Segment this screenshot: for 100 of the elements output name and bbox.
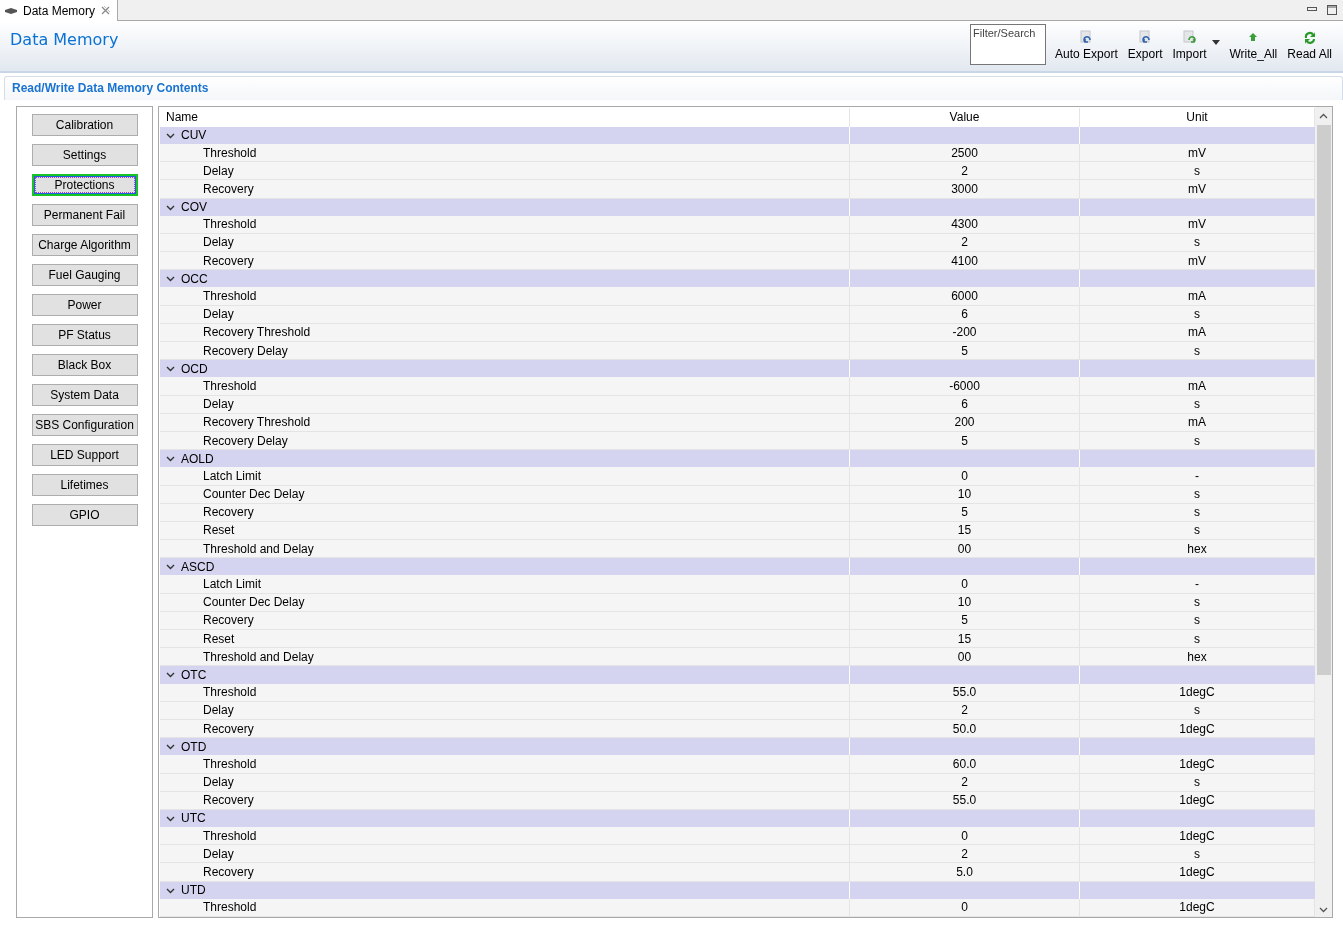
unit-text: s [1194, 595, 1200, 610]
toolbar-button[interactable]: Read All [1282, 24, 1337, 61]
value-text[interactable]: 6 [961, 307, 968, 322]
value-text[interactable]: 15 [957, 631, 972, 646]
value-text[interactable]: 3000 [951, 181, 978, 196]
group-name[interactable]: UTD [181, 883, 206, 898]
chevron-down-icon[interactable] [166, 364, 175, 374]
value-text[interactable]: 50.0 [952, 721, 977, 736]
scroll-down-icon[interactable] [1319, 907, 1328, 913]
parameter-name: Threshold [203, 217, 257, 232]
value-text[interactable]: 2 [961, 235, 968, 250]
value-text[interactable]: 200 [954, 415, 975, 430]
toolbar-button[interactable]: Export [1122, 24, 1168, 61]
group-name[interactable]: COV [181, 200, 207, 215]
value-text[interactable]: 0 [961, 828, 968, 843]
value-text[interactable]: -6000 [949, 378, 980, 393]
group-name[interactable]: OTC [181, 667, 207, 682]
section-title: Read/Write Data Memory Contents [4, 76, 1343, 100]
value-text[interactable]: 2 [961, 775, 968, 790]
unit-text: s [1194, 235, 1200, 250]
sidebar-button[interactable]: SBS Configuration [31, 414, 138, 436]
value-text[interactable]: 55.0 [952, 685, 977, 700]
parameter-name: Recovery [203, 793, 254, 808]
value-text[interactable]: 5 [961, 613, 968, 628]
value-text[interactable]: 2 [961, 703, 968, 718]
unit-text: s [1194, 505, 1200, 520]
value-text[interactable]: 6000 [951, 289, 978, 304]
toolbar-button[interactable]: Import [1167, 24, 1212, 61]
group-name[interactable]: ASCD [181, 559, 215, 574]
value-text[interactable]: 5 [961, 505, 968, 520]
value-text[interactable]: 2 [961, 163, 968, 178]
minimize-icon[interactable] [1307, 7, 1317, 13]
value-text[interactable]: 5 [961, 433, 968, 448]
sidebar-button[interactable]: Protections [31, 174, 138, 196]
sidebar-button[interactable]: Power [31, 294, 138, 316]
search-field[interactable]: Filter/Search [970, 24, 1047, 65]
sidebar-button[interactable]: Charge Algorithm [31, 234, 138, 256]
unit-text: s [1194, 397, 1200, 412]
editor-tab[interactable]: Data Memory [0, 0, 119, 21]
chevron-down-icon[interactable] [166, 454, 175, 464]
parameter-name: Threshold [203, 828, 257, 843]
value-text[interactable]: 6 [961, 397, 968, 412]
unit-text: hex [1187, 649, 1207, 664]
maximize-icon[interactable] [1327, 5, 1337, 15]
group-name[interactable]: CUV [181, 128, 207, 143]
parameter-name: Recovery [203, 505, 254, 520]
parameter-name: Reset [203, 631, 235, 646]
value-text[interactable]: 2500 [951, 145, 978, 160]
unit-text: 1degC [1179, 685, 1215, 700]
dropdown-caret-icon[interactable] [1211, 40, 1220, 45]
scrollbar-thumb[interactable] [1316, 125, 1331, 675]
sidebar-button[interactable]: Black Box [31, 354, 138, 376]
sidebar-button[interactable]: PF Status [31, 324, 138, 346]
value-text[interactable]: 55.0 [952, 793, 977, 808]
value-text[interactable]: 5 [961, 343, 968, 358]
parameter-name: Recovery Threshold [203, 415, 311, 430]
unit-text: - [1195, 468, 1199, 483]
sidebar-button[interactable]: LED Support [31, 444, 138, 466]
value-text[interactable]: 5.0 [956, 865, 973, 880]
parameter-name: Recovery Threshold [203, 325, 311, 340]
sidebar-button[interactable]: Permanent Fail [31, 204, 138, 226]
value-text[interactable]: 0 [961, 468, 968, 483]
value-text[interactable]: 4100 [951, 253, 978, 268]
unit-text: 1degC [1179, 900, 1215, 915]
value-text[interactable]: 00 [957, 649, 972, 664]
sidebar-button[interactable]: Calibration [31, 114, 138, 136]
value-text[interactable]: 00 [957, 541, 972, 556]
toolbar-button[interactable]: Write_All [1224, 24, 1283, 61]
group-name[interactable]: UTC [181, 811, 206, 826]
chevron-down-icon[interactable] [166, 670, 175, 680]
group-name[interactable]: OCD [181, 361, 208, 376]
sidebar-button[interactable]: Settings [31, 144, 138, 166]
unit-text: hex [1187, 541, 1207, 556]
scroll-up-icon[interactable] [1319, 113, 1328, 119]
sidebar-button[interactable]: Lifetimes [31, 474, 138, 496]
scrollbar[interactable] [1315, 107, 1332, 917]
value-text[interactable]: 10 [957, 487, 972, 502]
value-text[interactable]: 2 [961, 846, 968, 861]
parameter-name: Delay [203, 307, 234, 322]
sidebar-button[interactable]: System Data [31, 384, 138, 406]
close-icon[interactable] [100, 5, 112, 16]
value-text[interactable]: 60.0 [952, 756, 977, 771]
value-text[interactable]: 4300 [951, 217, 978, 232]
parameter-name: Delay [203, 703, 234, 718]
value-text[interactable]: -200 [952, 325, 977, 340]
group-name[interactable]: OTD [181, 739, 207, 754]
sidebar-button[interactable]: GPIO [31, 504, 138, 526]
toolbar-button[interactable]: Auto Export [1050, 24, 1123, 61]
chevron-down-icon[interactable] [166, 274, 175, 284]
chevron-down-icon[interactable] [166, 742, 175, 752]
unit-text: 1degC [1179, 721, 1215, 736]
sidebar-button[interactable]: Fuel Gauging [31, 264, 138, 286]
group-name[interactable]: OCC [181, 271, 208, 286]
value-text[interactable]: 0 [961, 900, 968, 915]
chevron-down-icon[interactable] [166, 562, 175, 572]
value-text[interactable]: 15 [957, 523, 972, 538]
unit-text: mA [1188, 289, 1206, 304]
value-text[interactable]: 0 [961, 577, 968, 592]
group-name[interactable]: AOLD [181, 451, 214, 466]
value-text[interactable]: 10 [957, 595, 972, 610]
